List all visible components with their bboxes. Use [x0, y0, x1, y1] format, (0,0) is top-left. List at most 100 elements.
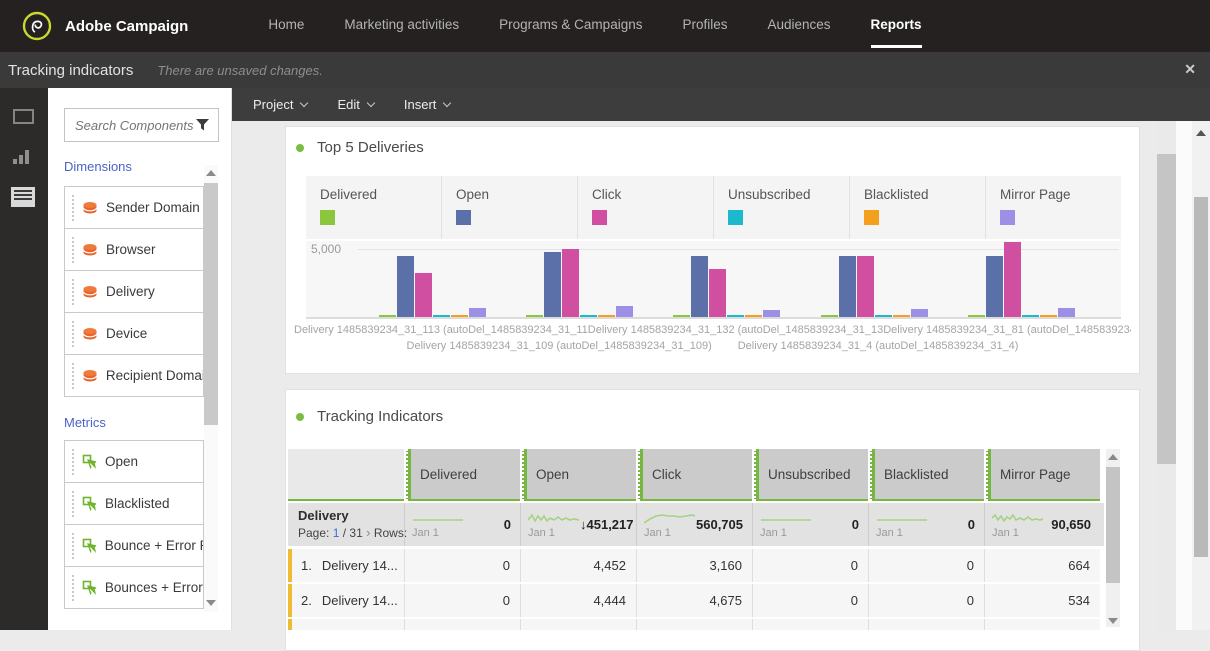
- bar-click: [415, 273, 432, 317]
- adobe-campaign-logo-icon: [22, 11, 52, 41]
- component-item[interactable]: Sender Domain: [64, 187, 204, 229]
- scroll-down-icon[interactable]: [206, 600, 216, 606]
- component-item[interactable]: Bounces + Errors: [64, 567, 204, 609]
- bar-chart-plot: 5,000: [306, 241, 1121, 319]
- x-axis-label: Delivery 1485839234_31_81 (autoDel_14858…: [883, 324, 1131, 336]
- row-value-cell: 0: [752, 584, 868, 617]
- row-name: Delivery 14...: [322, 558, 398, 573]
- legend-item[interactable]: Blacklisted: [850, 176, 986, 239]
- scroll-down-icon[interactable]: [1108, 618, 1118, 624]
- bar-groups: [340, 241, 1115, 317]
- table-scrollbar-thumb[interactable]: [1106, 467, 1120, 583]
- header-cell-delivered[interactable]: Delivered: [406, 449, 520, 501]
- bar-click: [1004, 242, 1021, 317]
- subheader-bar: Tracking indicators There are unsaved ch…: [0, 52, 1210, 88]
- panel-scrollbar-thumb[interactable]: [204, 183, 218, 425]
- header-cell-unsubscribed[interactable]: Unsubscribed: [754, 449, 868, 501]
- nav-item-marketing-activities[interactable]: Marketing activities: [324, 0, 479, 52]
- page-scrollbar-thumb[interactable]: [1194, 197, 1208, 557]
- dimensions-label: Dimensions: [64, 159, 132, 174]
- nav-item-reports[interactable]: Reports: [851, 0, 942, 52]
- top5-deliveries-card: Top 5 Deliveries DeliveredOpenClickUnsub…: [285, 126, 1140, 374]
- menu-insert[interactable]: Insert: [395, 94, 460, 115]
- search-input[interactable]: [65, 117, 195, 134]
- page-total: 31: [349, 526, 362, 540]
- x-axis-label: Delivery 1485839234_31_113 (autoDel_1485…: [294, 324, 588, 336]
- component-item[interactable]: Blacklisted: [64, 483, 204, 525]
- row-value-cell: 0: [404, 584, 520, 617]
- list-view-icon[interactable]: [11, 187, 35, 207]
- table-row[interactable]: 2.Delivery 14...04,4444,67500534: [288, 584, 1104, 617]
- card-bullet-icon: [296, 144, 304, 152]
- legend-item[interactable]: Click: [578, 176, 714, 239]
- row-value-cell: 3,160: [636, 549, 752, 582]
- panel-scrollbar[interactable]: [204, 165, 218, 612]
- summary-value: 0: [852, 517, 859, 532]
- header-cell-open[interactable]: Open: [522, 449, 636, 501]
- legend-item[interactable]: Unsubscribed: [714, 176, 850, 239]
- drag-handle-icon: [72, 491, 76, 517]
- summary-value-text: 0: [968, 517, 975, 532]
- filter-funnel-icon[interactable]: [195, 118, 210, 132]
- rows-label: Rows:: [374, 526, 407, 540]
- row-name-cell: 1.Delivery 14...: [288, 549, 404, 582]
- component-label: Open: [105, 454, 138, 469]
- component-label: Bounces + Errors: [105, 580, 203, 595]
- layout-frame-icon[interactable]: [13, 109, 34, 124]
- bar-group: [379, 256, 487, 317]
- header-cell-blacklisted[interactable]: Blacklisted: [870, 449, 984, 501]
- metrics-list: Open BlacklistedBounce + Error Rat Bounces…: [64, 440, 204, 609]
- dimension-icon: [82, 285, 98, 299]
- nav-item-programs-campaigns[interactable]: Programs & Campaigns: [479, 0, 662, 52]
- brand-title: Adobe Campaign: [65, 18, 188, 35]
- sparkline-date: Jan 1: [412, 528, 464, 538]
- drag-handle-icon: [72, 237, 76, 263]
- dimension-icon: [82, 327, 98, 341]
- component-label: Delivery: [106, 284, 155, 299]
- component-label: Recipient Domain: [106, 368, 203, 383]
- menu-label: Insert: [404, 97, 437, 112]
- row-name-cell: 2.Delivery 14...: [288, 584, 404, 617]
- metrics-label: Metrics: [64, 415, 106, 430]
- column-drag-handle-icon: [870, 449, 875, 501]
- scroll-up-icon[interactable]: [1196, 130, 1206, 136]
- page-scrollbar[interactable]: [1192, 121, 1210, 630]
- content-scrollbar[interactable]: [1157, 121, 1176, 630]
- nav-item-audiences[interactable]: Audiences: [747, 0, 850, 52]
- component-item[interactable]: Open: [64, 441, 204, 483]
- component-item[interactable]: Bounce + Error Rat: [64, 525, 204, 567]
- header-label: Delivered: [420, 467, 477, 482]
- scroll-up-icon[interactable]: [206, 170, 216, 176]
- nav-item-home[interactable]: Home: [248, 0, 324, 52]
- column-drag-handle-icon: [406, 449, 411, 501]
- bar-chart-icon[interactable]: [13, 150, 34, 164]
- bar-mirror-page: [1058, 308, 1075, 317]
- menu-edit[interactable]: Edit: [328, 94, 382, 115]
- page-current-link[interactable]: 1: [333, 526, 340, 540]
- menu-label: Edit: [337, 97, 359, 112]
- legend-item[interactable]: Delivered: [306, 176, 442, 239]
- component-item[interactable]: Browser: [64, 229, 204, 271]
- legend-label: Unsubscribed: [728, 187, 849, 202]
- content-scrollbar-thumb[interactable]: [1157, 154, 1176, 464]
- summary-value: 560,705: [696, 517, 743, 532]
- legend-item[interactable]: Mirror Page: [986, 176, 1121, 239]
- table-scrollbar[interactable]: [1106, 449, 1120, 627]
- component-item[interactable]: Device: [64, 313, 204, 355]
- component-item[interactable]: Delivery: [64, 271, 204, 313]
- menu-project[interactable]: Project: [244, 94, 316, 115]
- header-cell-click[interactable]: Click: [638, 449, 752, 501]
- scroll-up-icon[interactable]: [1108, 454, 1118, 460]
- next-page-icon[interactable]: ›: [366, 525, 370, 540]
- table-row[interactable]: 1.Delivery 14...04,4523,16000664: [288, 549, 1104, 582]
- nav-item-profiles[interactable]: Profiles: [662, 0, 747, 52]
- close-icon[interactable]: ✕: [1184, 61, 1196, 78]
- search-box: [64, 108, 219, 142]
- sparkline-icon: Jan 1: [992, 511, 1044, 538]
- table-summary-row: Delivery Page: 1 / 31 › Rows: Jan 10Jan …: [288, 503, 1104, 546]
- header-cell-mirror-page[interactable]: Mirror Page: [986, 449, 1100, 501]
- component-item[interactable]: Recipient Domain: [64, 355, 204, 397]
- summary-value-text: 451,217: [587, 517, 634, 532]
- legend-item[interactable]: Open: [442, 176, 578, 239]
- drag-handle-icon: [72, 195, 76, 221]
